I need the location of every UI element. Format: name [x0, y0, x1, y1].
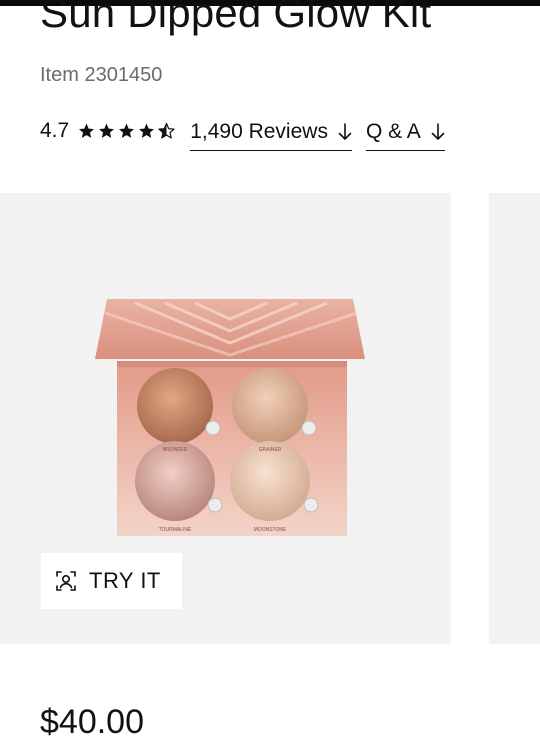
try-it-button[interactable]: TRY IT: [41, 553, 182, 609]
star-half-icon: [158, 122, 175, 139]
product-image-card[interactable]: BRONZED GRAINED TOURMALINE MOONSTONE TRY…: [0, 193, 451, 644]
qa-link-label: Q & A: [365, 119, 421, 143]
shade-label: GRAINED: [259, 447, 282, 453]
price: $40.00: [40, 703, 144, 741]
star-icon: [119, 123, 135, 138]
star-icon: [99, 123, 115, 138]
rating-row: 4.7 1,490 Reviews Q & A: [40, 116, 445, 151]
shade-label: TOURMALINE: [159, 527, 192, 533]
face-scan-icon: [56, 571, 76, 591]
product-image: BRONZED GRAINED TOURMALINE MOONSTONE: [95, 299, 365, 536]
next-image-card[interactable]: [489, 193, 540, 644]
product-title: Sun Dipped Glow Kit: [40, 0, 432, 36]
shade-label: MOONSTONE: [254, 527, 287, 533]
item-number: Item 2301450: [40, 64, 163, 86]
star-icon: [79, 123, 95, 138]
reviews-link-label: 1,490 Reviews: [190, 119, 328, 143]
arrow-down-icon: [338, 122, 352, 140]
try-it-label: TRY IT: [89, 568, 161, 593]
shade-label: BRONZED: [163, 447, 188, 453]
reviews-link[interactable]: 1,490 Reviews: [190, 120, 352, 151]
arrow-down-icon: [431, 122, 445, 140]
qa-link[interactable]: Q & A: [365, 119, 445, 151]
star-rating: [77, 122, 176, 140]
star-icon: [139, 123, 155, 138]
rating-value: 4.7: [40, 119, 70, 142]
